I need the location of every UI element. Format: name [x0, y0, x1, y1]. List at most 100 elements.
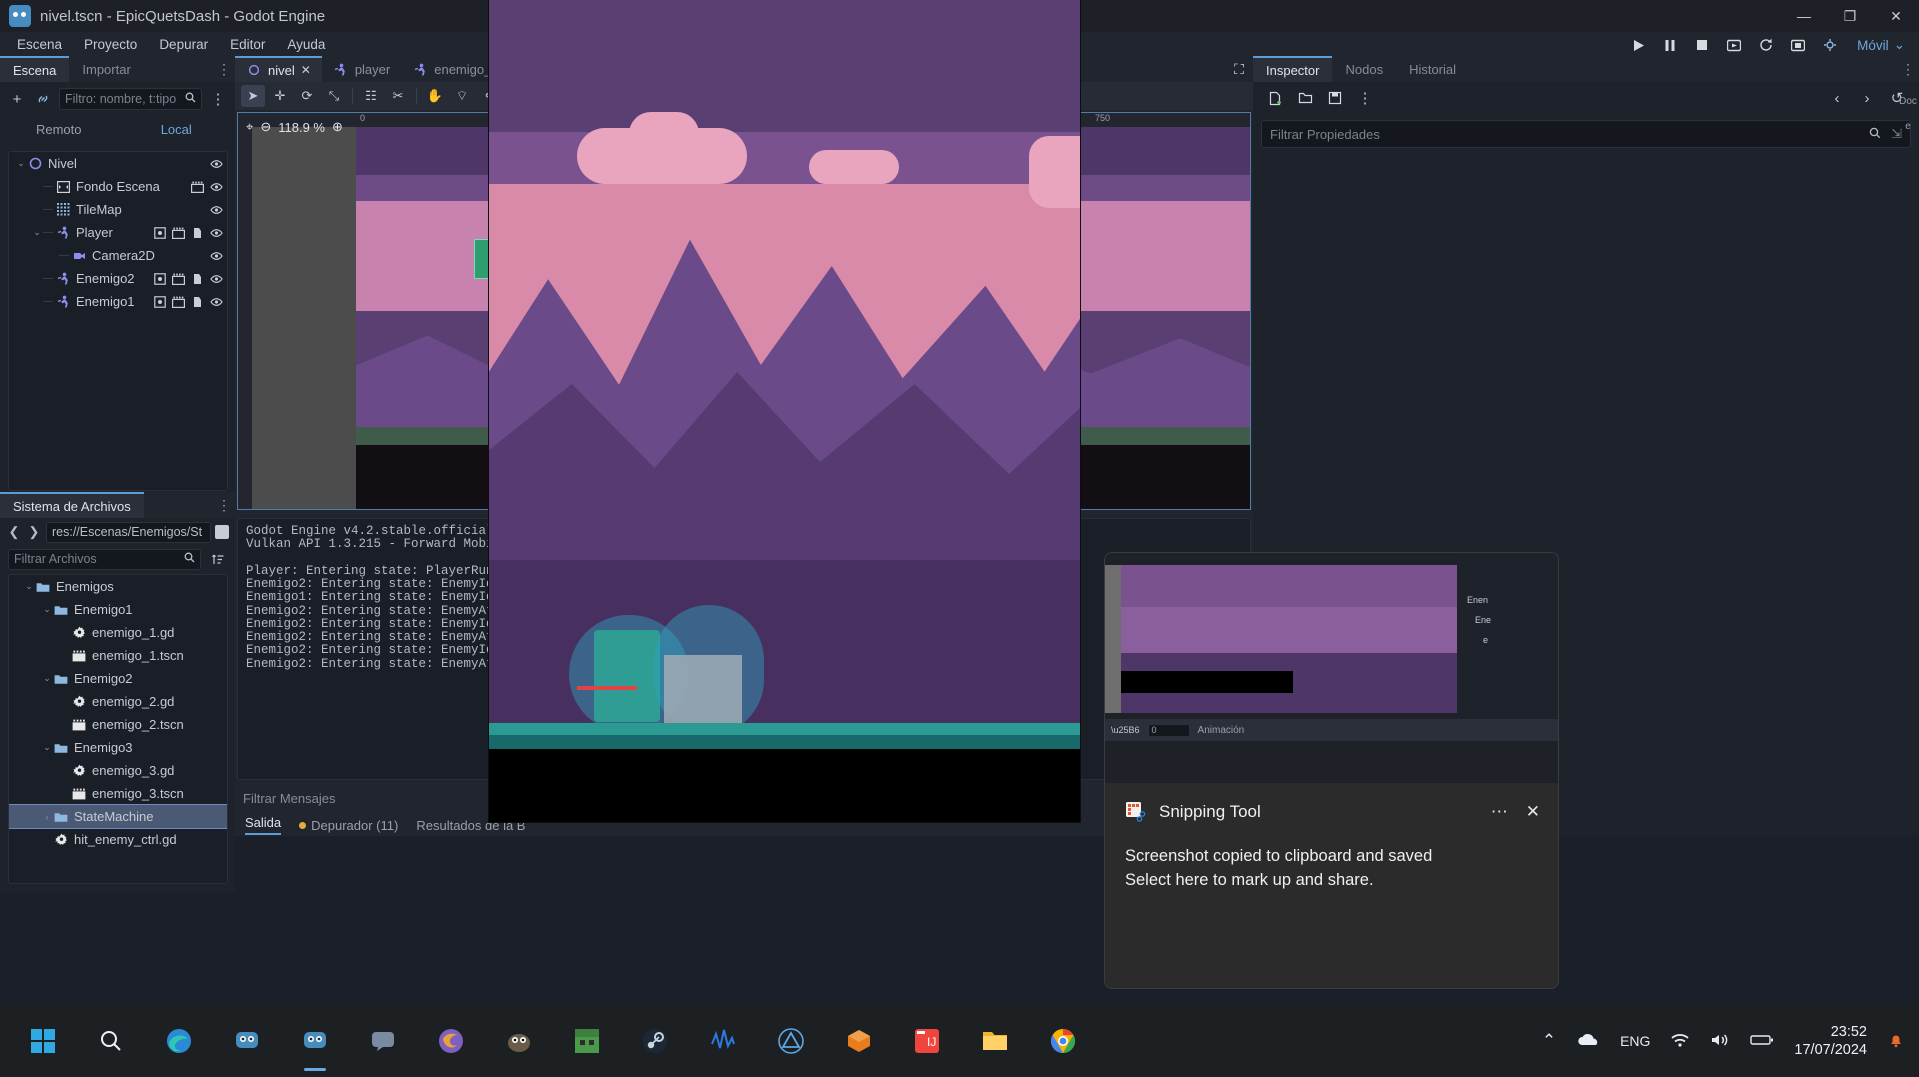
expand-viewport-icon[interactable]: ⛶ — [1225, 56, 1253, 82]
animation-icon[interactable] — [172, 295, 185, 308]
select-tool[interactable]: ➤ — [241, 85, 265, 107]
expand-arrow-icon[interactable]: › — [41, 812, 53, 822]
tab-inspector[interactable]: Inspector — [1253, 56, 1333, 82]
scene-tree-item-enemigo1[interactable]: — Enemigo1 — [9, 290, 227, 313]
expand-arrow-icon[interactable]: ⌄ — [23, 581, 35, 592]
visibility-icon[interactable] — [210, 157, 223, 170]
filesystem-item-enemigo-3-tscn[interactable]: enemigo_3.tscn — [9, 782, 227, 805]
gimp-button[interactable] — [498, 1020, 540, 1062]
instance-scene-button[interactable] — [33, 89, 53, 109]
zoom-out-icon[interactable]: ⊖ — [260, 119, 271, 135]
save-resource-button[interactable] — [1325, 88, 1345, 108]
doc-rail-label[interactable]: Doc — [1899, 96, 1917, 107]
menu-ayuda[interactable]: Ayuda — [278, 34, 334, 55]
snip-more-icon[interactable]: ⋯ — [1491, 802, 1508, 822]
menu-proyecto[interactable]: Proyecto — [75, 34, 146, 55]
zoom-in-icon[interactable]: ⊕ — [332, 119, 343, 135]
scene-tree-item-enemigo2[interactable]: — Enemigo2 — [9, 267, 227, 290]
atom-button[interactable] — [770, 1020, 812, 1062]
scene-tree[interactable]: ⌄ Nivel — Fondo Escena — TileMap ⌄ — Player — Came… — [8, 151, 228, 491]
stop-button[interactable] — [1691, 34, 1713, 56]
menu-editor[interactable]: Editor — [221, 34, 274, 55]
scene-tree-item-camera2d[interactable]: — Camera2D — [9, 244, 227, 267]
scene-tree-item-tilemap[interactable]: — TileMap — [9, 198, 227, 221]
play-scene-button[interactable] — [1723, 34, 1745, 56]
list-select-tool[interactable]: ☷ — [359, 85, 383, 107]
history-forward-button[interactable]: › — [1857, 88, 1877, 108]
node-warning-icon[interactable] — [191, 295, 204, 308]
animation-icon[interactable] — [191, 180, 204, 193]
scene-tree-menu-icon[interactable]: ⋮ — [208, 89, 228, 109]
notification-bell-icon[interactable] — [1887, 1031, 1905, 1052]
device-selector[interactable]: Móvil ⌄ — [1851, 35, 1911, 55]
visibility-icon[interactable] — [210, 272, 223, 285]
scene-mode-local[interactable]: Local — [118, 116, 236, 142]
expand-arrow-icon[interactable]: ⌄ — [15, 158, 27, 169]
visibility-icon[interactable] — [210, 249, 223, 262]
scene-tree-item-nivel[interactable]: ⌄ Nivel — [9, 152, 227, 175]
filesystem-item-enemigo-2-gd[interactable]: enemigo_2.gd — [9, 690, 227, 713]
message-filter-input[interactable]: Filtrar Mensajes — [243, 791, 335, 806]
pan-tool[interactable]: ✋ — [423, 85, 447, 107]
blender-button[interactable] — [838, 1020, 880, 1062]
visibility-icon[interactable] — [210, 226, 223, 239]
tab-depurador[interactable]: Depurador (11) — [299, 818, 398, 833]
taskbar-clock[interactable]: 23:52 17/07/2024 — [1794, 1023, 1867, 1059]
movie-reload-button[interactable] — [1755, 34, 1777, 56]
tab-sistema-de-archivos[interactable]: Sistema de Archivos — [0, 492, 144, 518]
scene-filter-input[interactable]: Filtro: nombre, t:tipo — [59, 88, 202, 110]
filesystem-item-enemigo1[interactable]: ⌄ Enemigo1 — [9, 598, 227, 621]
chat-button[interactable] — [362, 1020, 404, 1062]
language-indicator[interactable]: ENG — [1620, 1033, 1650, 1049]
add-node-button[interactable]: + — [7, 89, 27, 109]
visibility-icon[interactable] — [210, 203, 223, 216]
menu-escena[interactable]: Escena — [8, 34, 71, 55]
zoom-reset-icon[interactable]: ⌖ — [246, 119, 253, 135]
volume-icon[interactable] — [1710, 1032, 1730, 1051]
rail-label-e[interactable]: e — [1905, 121, 1911, 132]
rotate-tool[interactable]: ⟳ — [295, 85, 319, 107]
scene-tree-item-fondo-escena[interactable]: — Fondo Escena — [9, 175, 227, 198]
new-resource-button[interactable] — [1265, 88, 1285, 108]
wifi-icon[interactable] — [1670, 1032, 1690, 1051]
onedrive-icon[interactable] — [1576, 1032, 1600, 1051]
minecraft-button[interactable] — [566, 1020, 608, 1062]
tab-nodos[interactable]: Nodos — [1332, 56, 1396, 82]
filesystem-item-enemigo-1-gd[interactable]: enemigo_1.gd — [9, 621, 227, 644]
inspector-options-icon[interactable]: ⋮ — [1355, 88, 1375, 108]
godot-editor-button[interactable] — [294, 1020, 336, 1062]
scene-tab-nivel[interactable]: nivel ✕ — [235, 56, 322, 82]
play-button[interactable] — [1627, 34, 1649, 56]
edge-button[interactable] — [158, 1020, 200, 1062]
tab-importar[interactable]: Importar — [69, 56, 143, 82]
filesystem-filter-input[interactable]: Filtrar Archivos — [8, 548, 201, 570]
scene-tree-item-player[interactable]: ⌄ — Player — [9, 221, 227, 244]
scene-mode-remoto[interactable]: Remoto — [0, 116, 118, 142]
visibility-icon[interactable] — [210, 180, 223, 193]
filesystem-tree[interactable]: ⌄ Enemigos ⌄ Enemigo1 enemigo_1.gd enemigo_1.… — [8, 574, 228, 884]
audacity-button[interactable] — [702, 1020, 744, 1062]
node-warning-icon[interactable] — [191, 226, 204, 239]
snipping-tool-notification[interactable]: \u25B6 0 Animación Enen Ene e Snipping T… — [1104, 552, 1559, 989]
path-back-icon[interactable]: ❮ — [6, 524, 22, 540]
expand-arrow-icon[interactable]: ⌄ — [41, 604, 53, 615]
filesystem-sort-icon[interactable] — [207, 549, 227, 569]
maximize-button[interactable]: ❐ — [1827, 0, 1873, 32]
filesystem-item-enemigos[interactable]: ⌄ Enemigos — [9, 575, 227, 598]
node-warning-icon[interactable] — [191, 272, 204, 285]
path-forward-icon[interactable]: ❯ — [26, 524, 42, 540]
inspector-menu-icon[interactable]: ⋮ — [1897, 56, 1919, 82]
inspector-filter-input[interactable]: Filtrar Propiedades ⇲ — [1261, 120, 1911, 148]
tray-chevron-up-icon[interactable]: ⌃ — [1542, 1031, 1556, 1051]
filesystem-path-input[interactable]: res://Escenas/Enemigos/St — [46, 521, 211, 543]
smart-snap-tool[interactable]: ⌔ — [450, 85, 474, 107]
play-custom-scene-button[interactable] — [1787, 34, 1809, 56]
visibility-icon[interactable] — [210, 295, 223, 308]
filesystem-item-enemigo2[interactable]: ⌄ Enemigo2 — [9, 667, 227, 690]
expand-arrow-icon[interactable]: ⌄ — [31, 227, 43, 238]
script-icon[interactable] — [153, 272, 166, 285]
expand-arrow-icon[interactable]: ⌄ — [41, 673, 53, 684]
battery-icon[interactable] — [1750, 1033, 1774, 1050]
script-icon[interactable] — [153, 226, 166, 239]
script-icon[interactable] — [153, 295, 166, 308]
